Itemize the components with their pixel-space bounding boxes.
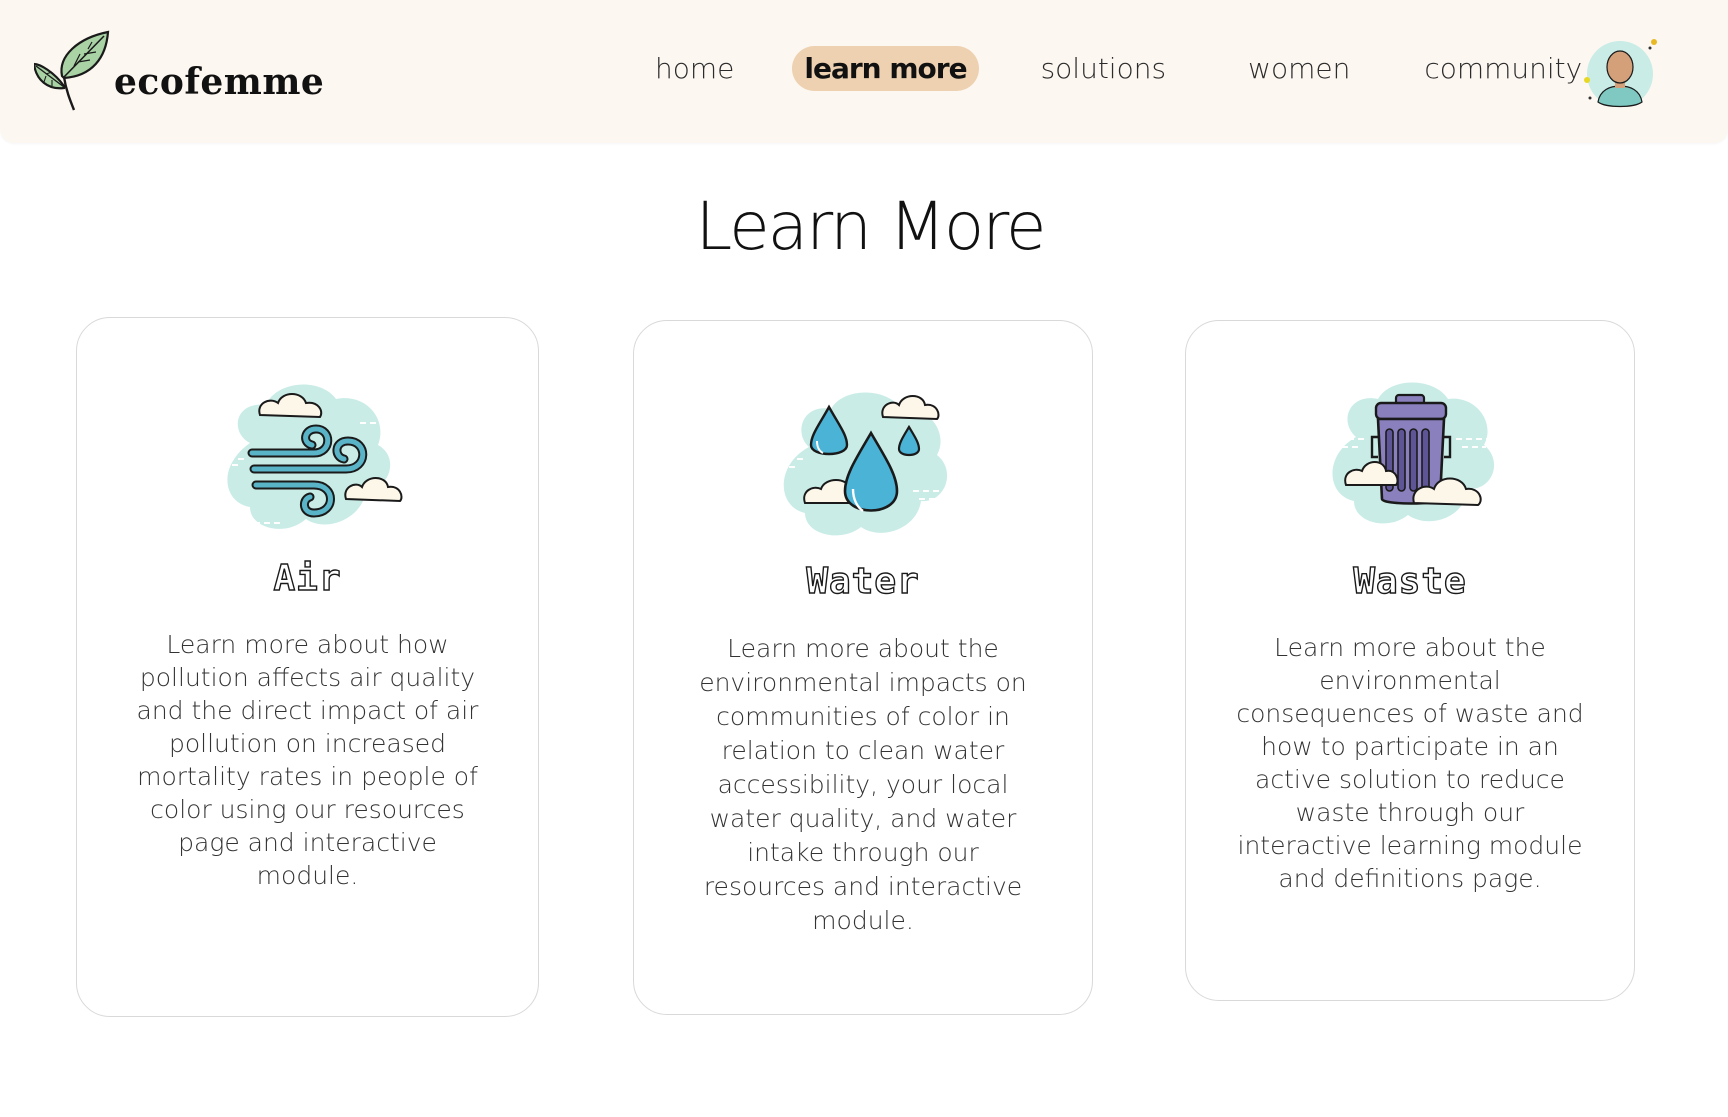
nav-item-women[interactable]: women: [1236, 46, 1362, 91]
topic-card-air[interactable]: Air Learn more about how pollution affec…: [76, 317, 539, 1017]
card-description: Learn more about how pollution affects a…: [136, 630, 479, 890]
water-drops-icon: [773, 383, 953, 547]
topic-card-water[interactable]: Water Learn more about the environmental…: [633, 320, 1093, 1015]
card-title: Water: [806, 560, 920, 602]
leaf-icon: [34, 30, 110, 112]
nav-item-learn-more[interactable]: learn more: [792, 46, 979, 91]
user-avatar-icon[interactable]: [1584, 36, 1660, 112]
main-nav: home learn more solutions women communit…: [643, 46, 1594, 91]
nav-item-home[interactable]: home: [643, 46, 746, 91]
card-title: Air: [273, 557, 342, 599]
top-navbar: ecofemme home learn more solutions women…: [0, 0, 1728, 143]
topic-card-waste[interactable]: Waste Learn more about the environmental…: [1185, 320, 1635, 1001]
trash-can-icon: [1322, 373, 1498, 537]
brand-logo[interactable]: ecofemme: [34, 30, 324, 112]
card-title: Waste: [1353, 560, 1467, 602]
brand-name: ecofemme: [114, 61, 325, 103]
card-description: Learn more about the environmental conse…: [1236, 633, 1584, 893]
card-description: Learn more about the environmental impac…: [699, 634, 1027, 935]
nav-item-solutions[interactable]: solutions: [1029, 46, 1178, 91]
nav-item-community[interactable]: community: [1412, 46, 1594, 91]
wind-icon: [210, 373, 406, 547]
page-title: Learn More: [695, 188, 1046, 265]
